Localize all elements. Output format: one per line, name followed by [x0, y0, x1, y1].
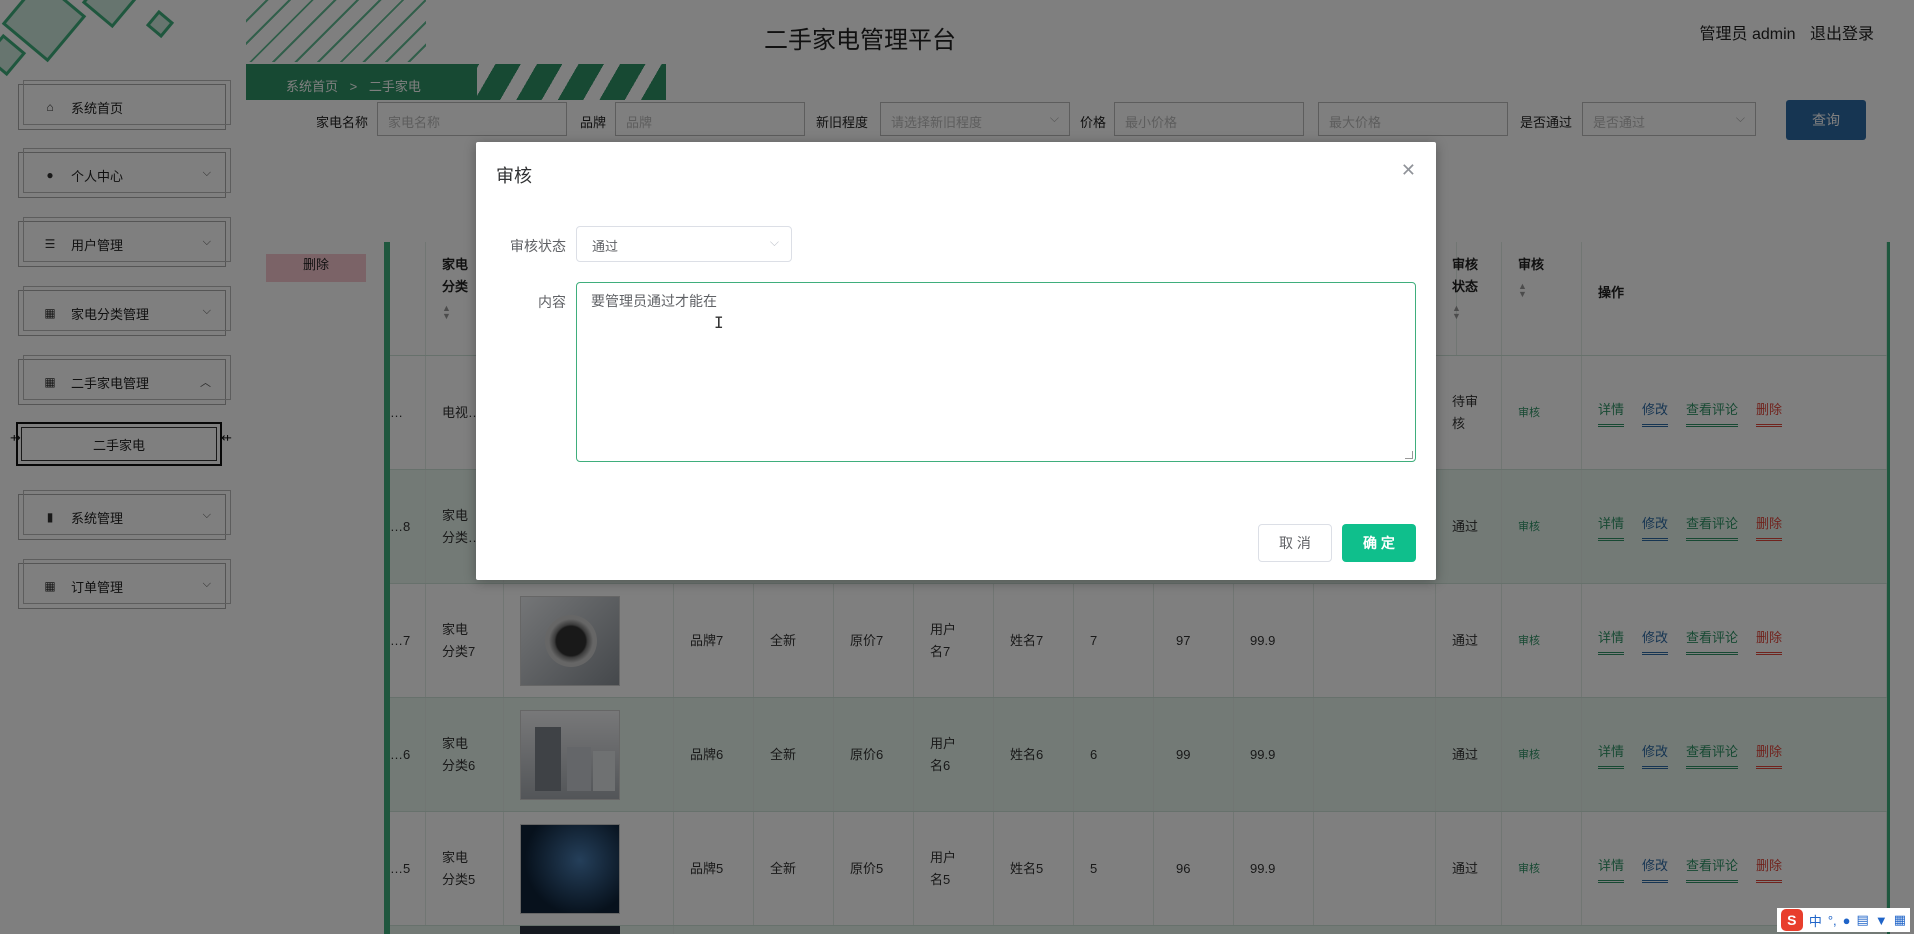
status-select[interactable]: 通过 ⌵ [576, 226, 792, 262]
status-value: 通过 [592, 239, 619, 254]
ime-mode[interactable]: 中 [1809, 911, 1822, 930]
ime-logo-icon: S [1780, 909, 1803, 931]
text-cursor-icon: I [714, 313, 724, 332]
status-label: 审核状态 [510, 238, 566, 254]
content-label: 内容 [538, 294, 566, 310]
cancel-button[interactable]: 取 消 [1258, 524, 1332, 562]
keyboard-icon[interactable]: ▤ [1857, 912, 1869, 928]
close-icon[interactable]: ✕ [1401, 160, 1416, 181]
toolbox-icon[interactable]: ▦ [1894, 912, 1906, 928]
ime-toolbar[interactable]: S 中 °, ● ▤ ▼ ▦ [1776, 908, 1910, 932]
audit-dialog: 审核 ✕ 审核状态 通过 ⌵ 内容 要管理员通过才能在 I 取 消 确 定 [476, 142, 1436, 580]
skin-icon[interactable]: ▼ [1875, 913, 1888, 928]
resize-handle-icon[interactable] [1405, 451, 1413, 459]
dialog-title: 审核 [496, 166, 532, 186]
content-textarea[interactable]: 要管理员通过才能在 [576, 282, 1416, 462]
confirm-button[interactable]: 确 定 [1342, 524, 1416, 562]
microphone-icon[interactable]: ● [1843, 913, 1851, 928]
chevron-down-icon: ⌵ [769, 235, 779, 249]
punctuation-icon[interactable]: °, [1828, 913, 1837, 928]
content-text: 要管理员通过才能在 [591, 293, 717, 309]
